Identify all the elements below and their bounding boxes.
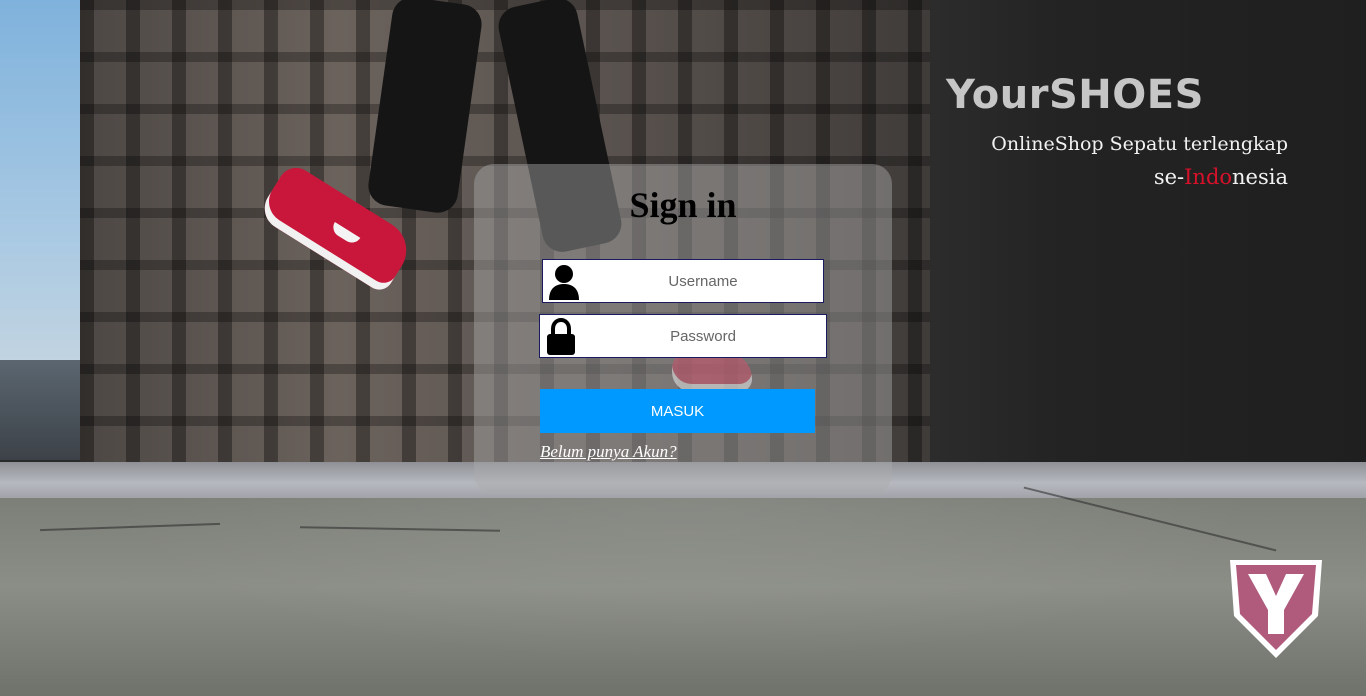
username-field: [542, 259, 824, 303]
password-input[interactable]: [580, 315, 826, 357]
tagline-prefix: se-: [1153, 165, 1185, 189]
brand-tagline-country: se-Indonesia: [1154, 165, 1288, 189]
lock-icon: [547, 318, 575, 355]
background-sky: [0, 0, 80, 390]
background-dark-area: [930, 0, 1366, 470]
brand-tagline: OnlineShop Sepatu terlengkap: [991, 133, 1288, 155]
masuk-button[interactable]: MASUK: [540, 389, 815, 433]
register-link[interactable]: Belum punya Akun?: [540, 442, 677, 462]
background-ground: [0, 486, 1366, 696]
tagline-accent: Indo: [1184, 165, 1233, 189]
tagline-suffix: nesia: [1232, 165, 1288, 189]
brand-logo: YourSHOES: [946, 72, 1204, 118]
password-field: [539, 314, 827, 358]
signin-title: Sign in: [629, 185, 737, 225]
signin-panel: Sign in MASUK Belum punya Akun?: [474, 164, 892, 494]
user-icon: [549, 265, 579, 300]
username-input[interactable]: [583, 260, 823, 302]
login-page: YourSHOES OnlineShop Sepatu terlengkap s…: [0, 0, 1366, 696]
background-city: [0, 360, 80, 460]
y-shield-badge-icon: [1230, 560, 1322, 658]
